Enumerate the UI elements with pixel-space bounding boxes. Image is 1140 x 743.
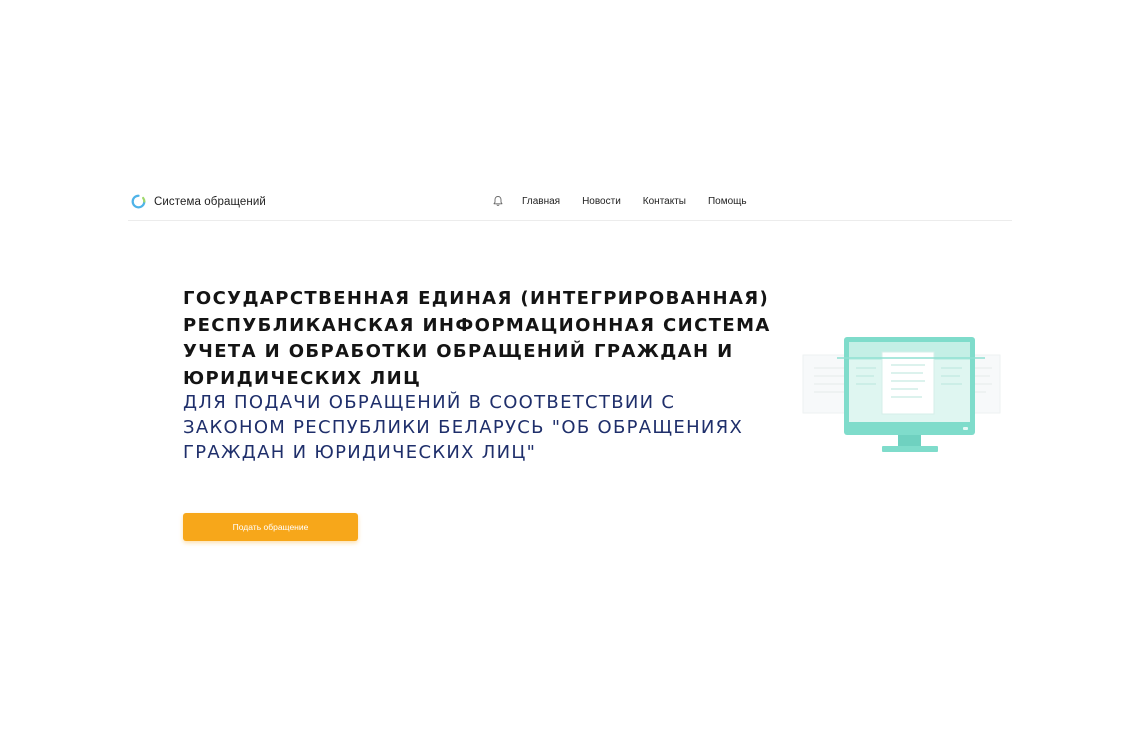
main-nav: Главная Новости Контакты Помощь (492, 195, 747, 207)
hero-title-line: УЧЕТА И ОБРАБОТКИ ОБРАЩЕНИЙ ГРАЖДАН И (183, 341, 734, 362)
nav-link-news[interactable]: Новости (582, 196, 621, 207)
nav-link-home[interactable]: Главная (522, 196, 560, 207)
submit-appeal-button[interactable]: Подать обращение (183, 513, 358, 541)
hero-subtitle-line: ЗАКОНОМ РЕСПУБЛИКИ БЕЛАРУСЬ "ОБ ОБРАЩЕНИ… (183, 417, 744, 438)
site-header: Система обращений Главная Новости Контак… (128, 186, 1012, 221)
hero-title-line: РЕСПУБЛИКАНСКАЯ ИНФОРМАЦИОННАЯ СИСТЕМА (183, 314, 771, 336)
nav-link-help[interactable]: Помощь (708, 196, 747, 207)
hero-title-line: ЮРИДИЧЕСКИХ ЛИЦ (183, 367, 422, 389)
bell-icon[interactable] (492, 195, 504, 207)
site-logo[interactable]: Система обращений (131, 194, 266, 209)
hero-subtitle-line: ДЛЯ ПОДАЧИ ОБРАЩЕНИЙ В СООТВЕТСТВИИ С (183, 392, 676, 413)
monitor-document-illustration (802, 337, 1001, 452)
logo-ring-icon (131, 194, 146, 209)
hero-subtitle: ДЛЯ ПОДАЧИ ОБРАЩЕНИЙ В СООТВЕТСТВИИ С ЗА… (183, 390, 803, 465)
hero-title: ГОСУДАРСТВЕННАЯ ЕДИНАЯ (ИНТЕГРИРОВАННАЯ)… (183, 286, 803, 392)
hero-title-line: ГОСУДАРСТВЕННАЯ ЕДИНАЯ (ИНТЕГРИРОВАННАЯ) (183, 288, 770, 309)
logo-text: Система обращений (154, 195, 266, 208)
page: Система обращений Главная Новости Контак… (0, 0, 1140, 743)
nav-link-contacts[interactable]: Контакты (643, 196, 686, 207)
hero-subtitle-line: ГРАЖДАН И ЮРИДИЧЕСКИХ ЛИЦ" (183, 442, 537, 463)
